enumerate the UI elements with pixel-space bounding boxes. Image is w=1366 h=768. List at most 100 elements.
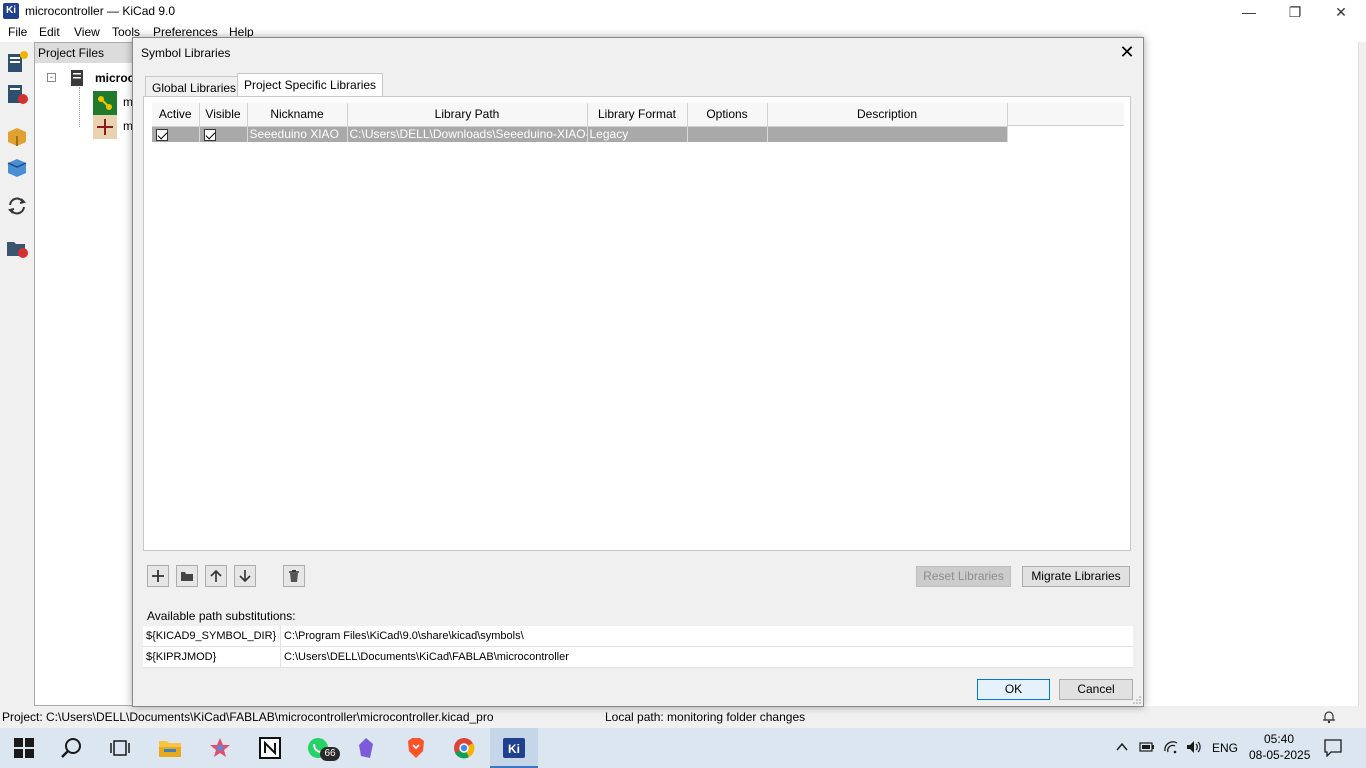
obsidian-button[interactable] — [342, 728, 390, 768]
open-project-icon[interactable] — [5, 82, 29, 106]
svg-text:Ki: Ki — [508, 742, 520, 756]
dialog-close-icon[interactable]: ✕ — [1115, 40, 1139, 64]
status-project-path: Project: C:\Users\DELL\Documents\KiCad\F… — [2, 710, 494, 724]
plus-icon — [152, 570, 164, 582]
arrow-up-icon — [210, 569, 222, 582]
chrome-button[interactable] — [440, 728, 488, 768]
migrate-libraries-button[interactable]: Migrate Libraries — [1022, 566, 1130, 587]
tab-project-specific-libraries[interactable]: Project Specific Libraries — [237, 73, 384, 97]
tree-collapse-icon[interactable]: - — [47, 73, 56, 82]
cell-description[interactable] — [767, 126, 1008, 142]
libraries-table: Active Visible Nickname Library Path Lib… — [152, 103, 1008, 142]
file-explorer-icon — [159, 741, 181, 757]
cell-library-format[interactable]: Legacy — [587, 126, 688, 142]
brave-button[interactable] — [392, 728, 440, 768]
cell-nickname[interactable]: Seeeduino XIAO — [247, 126, 348, 142]
windows-logo-icon — [14, 738, 34, 758]
project-files-header: Project Files — [35, 43, 133, 63]
add-library-button[interactable] — [147, 565, 169, 587]
window-title: microcontroller — KiCad 9.0 — [25, 4, 176, 18]
delete-library-button[interactable] — [283, 565, 305, 587]
move-up-button[interactable] — [205, 565, 227, 587]
start-button[interactable] — [0, 728, 48, 768]
language-indicator[interactable]: ENG — [1212, 741, 1238, 755]
file-explorer-button[interactable] — [146, 728, 194, 768]
folder-icon — [181, 572, 193, 581]
substitution-row[interactable]: ${KIPRJMOD} C:\Users\DELL\Documents\KiCa… — [143, 647, 1133, 668]
open-folder-icon[interactable] — [5, 236, 29, 260]
task-view-button[interactable] — [96, 728, 144, 768]
dialog-title: Symbol Libraries — [141, 46, 231, 60]
launcher-pane — [1142, 42, 1358, 706]
chrome-icon — [454, 738, 475, 759]
wifi-icon[interactable] — [1163, 740, 1179, 754]
tree-line — [79, 87, 80, 127]
status-bar: Project: C:\Users\DELL\Documents\KiCad\F… — [0, 706, 1366, 728]
unarchive-icon[interactable] — [5, 154, 29, 178]
reset-libraries-button[interactable]: Reset Libraries — [916, 566, 1011, 587]
tab-global-libraries[interactable]: Global Libraries — [145, 76, 244, 98]
substitution-value: C:\Users\DELL\Documents\KiCad\FABLAB\mic… — [284, 651, 569, 663]
arrow-down-icon — [239, 570, 251, 583]
bell-icon[interactable] — [1322, 710, 1336, 724]
minimize-button[interactable]: — — [1226, 0, 1272, 24]
trash-icon — [289, 570, 299, 582]
col-library-format[interactable]: Library Format — [587, 103, 688, 127]
obsidian-icon — [359, 738, 373, 758]
whatsapp-unread-badge: 66 — [320, 747, 340, 761]
active-checkbox[interactable] — [152, 126, 200, 142]
close-window-button[interactable]: ✕ — [1318, 0, 1364, 24]
visible-checkbox[interactable] — [199, 126, 248, 142]
cell-library-path[interactable]: C:\Users\DELL\Downloads\Seeeduino-XIAO- — [347, 126, 588, 142]
kicad-app-icon: Ki — [3, 3, 19, 19]
col-options[interactable]: Options — [687, 103, 768, 127]
refresh-icon[interactable] — [5, 194, 29, 218]
task-view-icon — [110, 740, 130, 756]
cell-options[interactable] — [687, 126, 768, 142]
app-button-paint[interactable] — [196, 728, 244, 768]
tree-project-root[interactable]: microc — [95, 71, 134, 85]
notification-center-icon[interactable] — [1324, 739, 1342, 757]
col-library-path[interactable]: Library Path — [347, 103, 588, 127]
substitution-key: ${KICAD9_SYMBOL_DIR} — [146, 630, 277, 642]
libraries-tab-panel: Active Visible Nickname Library Path Lib… — [143, 96, 1131, 551]
col-visible[interactable]: Visible — [199, 103, 248, 127]
cancel-button[interactable]: Cancel — [1059, 679, 1133, 700]
table-header-filler — [1008, 103, 1124, 126]
star-app-icon — [210, 738, 230, 757]
notion-button[interactable] — [246, 728, 294, 768]
new-project-icon[interactable] — [5, 50, 29, 74]
substitution-row[interactable]: ${KICAD9_SYMBOL_DIR} C:\Program Files\Ki… — [143, 626, 1133, 647]
menu-file[interactable]: File — [8, 25, 27, 39]
browse-library-button[interactable] — [176, 565, 198, 587]
archive-icon[interactable] — [5, 124, 29, 148]
kicad-taskbar-button[interactable]: Ki — [490, 728, 538, 768]
kicad-icon: Ki — [503, 738, 525, 758]
col-description[interactable]: Description — [767, 103, 1008, 127]
move-down-button[interactable] — [234, 565, 256, 587]
resize-grip-icon[interactable] — [1133, 696, 1141, 704]
clock-time[interactable]: 05:40 — [1264, 732, 1294, 746]
ok-button[interactable]: OK — [977, 679, 1050, 700]
schematic-file-icon — [93, 115, 117, 139]
vertical-scrollbar[interactable] — [1358, 42, 1366, 706]
menu-edit[interactable]: Edit — [39, 25, 60, 39]
checkbox-checked-icon[interactable] — [156, 129, 168, 142]
left-toolbar — [0, 42, 34, 706]
volume-icon[interactable] — [1186, 740, 1202, 754]
col-nickname[interactable]: Nickname — [247, 103, 348, 127]
notion-icon — [259, 737, 281, 759]
table-row[interactable]: Seeeduino XIAO C:\Users\DELL\Downloads\S… — [152, 126, 1008, 142]
taskbar: Ki ENG 05:40 08-05-2025 — [0, 728, 1366, 768]
checkbox-checked-icon[interactable] — [203, 129, 216, 142]
path-substitutions-table: ${KICAD9_SYMBOL_DIR} C:\Program Files\Ki… — [143, 626, 1133, 668]
battery-icon[interactable] — [1139, 741, 1155, 753]
restore-button[interactable]: ❐ — [1272, 0, 1318, 24]
menu-view[interactable]: View — [74, 25, 100, 39]
project-file-icon — [71, 70, 83, 86]
col-active[interactable]: Active — [152, 103, 200, 127]
substitution-key: ${KIPRJMOD} — [146, 651, 217, 663]
clock-date[interactable]: 08-05-2025 — [1249, 748, 1310, 762]
search-button[interactable] — [48, 728, 96, 768]
chevron-up-icon[interactable] — [1116, 742, 1128, 752]
